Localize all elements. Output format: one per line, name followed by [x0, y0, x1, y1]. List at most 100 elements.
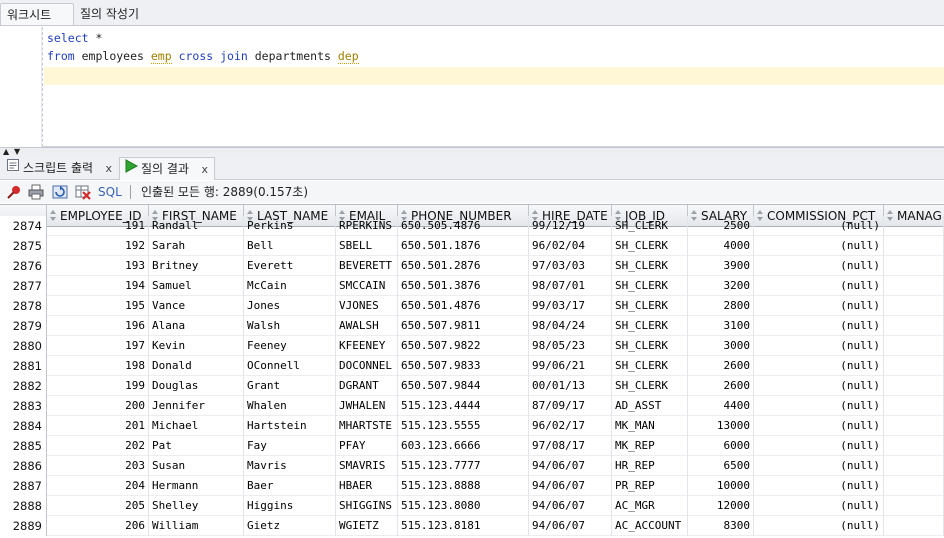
cell-email[interactable]: SHIGGINS	[336, 496, 398, 516]
cell-salary[interactable]: 4000	[688, 236, 754, 256]
cell-hire-date[interactable]: 98/05/23	[529, 336, 612, 356]
cell-last-name[interactable]: Walsh	[244, 316, 336, 336]
cell-job-id[interactable]: SH_CLERK	[612, 256, 688, 276]
table-row[interactable]: 2885 202 Pat Fay PFAY 603.123.6666 97/08/17 MK_…	[0, 436, 944, 456]
cell-job-id[interactable]: SH_CLERK	[612, 296, 688, 316]
cell-last-name[interactable]: Feeney	[244, 336, 336, 356]
cell-manager-id[interactable]	[884, 496, 944, 516]
cell-hire-date[interactable]: 99/06/21	[529, 356, 612, 376]
cell-hire-date[interactable]: 97/03/03	[529, 256, 612, 276]
cell-last-name[interactable]: OConnell	[244, 356, 336, 376]
cell-job-id[interactable]: AC_MGR	[612, 496, 688, 516]
cell-job-id[interactable]: AC_ACCOUNT	[612, 516, 688, 536]
cell-manager-id[interactable]	[884, 236, 944, 256]
cell-hire-date[interactable]: 98/07/01	[529, 276, 612, 296]
cell-commission-pct[interactable]: (null)	[754, 256, 884, 276]
print-icon[interactable]	[28, 184, 44, 200]
cell-first-name[interactable]: Randall	[149, 216, 244, 236]
table-row[interactable]: 2874 191 Randall Perkins RPERKINS 650.505.487…	[0, 216, 944, 236]
cell-first-name[interactable]: Alana	[149, 316, 244, 336]
cell-manager-id[interactable]	[884, 516, 944, 536]
cell-phone-number[interactable]: 650.505.4876	[398, 216, 529, 236]
cell-phone-number[interactable]: 603.123.6666	[398, 436, 529, 456]
table-row[interactable]: 2886 203 Susan Mavris SMAVRIS 515.123.7777 94/…	[0, 456, 944, 476]
cell-job-id[interactable]: PR_REP	[612, 476, 688, 496]
cell-salary[interactable]: 3200	[688, 276, 754, 296]
cell-commission-pct[interactable]: (null)	[754, 496, 884, 516]
cell-phone-number[interactable]: 515.123.8888	[398, 476, 529, 496]
cell-first-name[interactable]: Michael	[149, 416, 244, 436]
cell-job-id[interactable]: MK_REP	[612, 436, 688, 456]
cell-job-id[interactable]: HR_REP	[612, 456, 688, 476]
cell-hire-date[interactable]: 96/02/17	[529, 416, 612, 436]
cell-last-name[interactable]: McCain	[244, 276, 336, 296]
cell-salary[interactable]: 2500	[688, 216, 754, 236]
cell-job-id[interactable]: SH_CLERK	[612, 276, 688, 296]
cell-salary[interactable]: 12000	[688, 496, 754, 516]
cell-email[interactable]: SMCCAIN	[336, 276, 398, 296]
cell-commission-pct[interactable]: (null)	[754, 296, 884, 316]
cell-first-name[interactable]: Britney	[149, 256, 244, 276]
cell-hire-date[interactable]: 94/06/07	[529, 456, 612, 476]
cell-phone-number[interactable]: 650.501.3876	[398, 276, 529, 296]
cell-last-name[interactable]: Hartstein	[244, 416, 336, 436]
cell-last-name[interactable]: Perkins	[244, 216, 336, 236]
tab-script-output[interactable]: 스크립트 출력 x	[2, 157, 118, 180]
cell-job-id[interactable]: SH_CLERK	[612, 216, 688, 236]
cell-employee-id[interactable]: 201	[47, 416, 149, 436]
cell-job-id[interactable]: SH_CLERK	[612, 356, 688, 376]
cell-commission-pct[interactable]: (null)	[754, 396, 884, 416]
cell-phone-number[interactable]: 515.123.7777	[398, 456, 529, 476]
table-row[interactable]: 2876 193 Britney Everett BEVERETT 650.501.287…	[0, 256, 944, 276]
cell-phone-number[interactable]: 650.501.2876	[398, 256, 529, 276]
table-row[interactable]: 2884 201 Michael Hartstein MHARTSTE 515.123.5…	[0, 416, 944, 436]
cell-phone-number[interactable]: 650.507.9822	[398, 336, 529, 356]
refresh-icon[interactable]	[52, 184, 68, 200]
cell-first-name[interactable]: Samuel	[149, 276, 244, 296]
cell-employee-id[interactable]: 192	[47, 236, 149, 256]
cell-last-name[interactable]: Fay	[244, 436, 336, 456]
cell-first-name[interactable]: Pat	[149, 436, 244, 456]
cell-employee-id[interactable]: 200	[47, 396, 149, 416]
cell-hire-date[interactable]: 87/09/17	[529, 396, 612, 416]
cell-salary[interactable]: 3900	[688, 256, 754, 276]
cell-commission-pct[interactable]: (null)	[754, 356, 884, 376]
table-row[interactable]: 2878 195 Vance Jones VJONES 650.501.4876 99/03…	[0, 296, 944, 316]
code-line-2[interactable]: from employees emp cross join department…	[47, 47, 359, 65]
code-line-1[interactable]: select *	[47, 29, 102, 47]
cell-phone-number[interactable]: 515.123.4444	[398, 396, 529, 416]
cell-salary[interactable]: 2800	[688, 296, 754, 316]
cell-first-name[interactable]: Susan	[149, 456, 244, 476]
cell-salary[interactable]: 6500	[688, 456, 754, 476]
cell-employee-id[interactable]: 196	[47, 316, 149, 336]
cell-employee-id[interactable]: 194	[47, 276, 149, 296]
cell-commission-pct[interactable]: (null)	[754, 336, 884, 356]
cell-first-name[interactable]: Jennifer	[149, 396, 244, 416]
cell-manager-id[interactable]	[884, 356, 944, 376]
cell-hire-date[interactable]: 99/12/19	[529, 216, 612, 236]
cell-last-name[interactable]: Mavris	[244, 456, 336, 476]
cell-phone-number[interactable]: 515.123.8080	[398, 496, 529, 516]
sql-editor[interactable]: select * from employees emp cross join d…	[0, 27, 944, 147]
cell-hire-date[interactable]: 99/03/17	[529, 296, 612, 316]
cell-first-name[interactable]: Douglas	[149, 376, 244, 396]
table-row[interactable]: 2877 194 Samuel McCain SMCCAIN 650.501.3876 98…	[0, 276, 944, 296]
cell-employee-id[interactable]: 202	[47, 436, 149, 456]
cell-salary[interactable]: 13000	[688, 416, 754, 436]
cell-manager-id[interactable]	[884, 376, 944, 396]
cell-salary[interactable]: 10000	[688, 476, 754, 496]
cell-hire-date[interactable]: 98/04/24	[529, 316, 612, 336]
cell-employee-id[interactable]: 191	[47, 216, 149, 236]
cell-commission-pct[interactable]: (null)	[754, 416, 884, 436]
cell-manager-id[interactable]	[884, 296, 944, 316]
close-icon[interactable]: x	[201, 158, 208, 181]
cell-salary[interactable]: 3000	[688, 336, 754, 356]
table-row[interactable]: 2883 200 Jennifer Whalen JWHALEN 515.123.4444…	[0, 396, 944, 416]
cell-manager-id[interactable]	[884, 476, 944, 496]
cell-email[interactable]: AWALSH	[336, 316, 398, 336]
tab-worksheet[interactable]: 워크시트	[0, 3, 74, 25]
cell-last-name[interactable]: Whalen	[244, 396, 336, 416]
cell-commission-pct[interactable]: (null)	[754, 216, 884, 236]
table-row[interactable]: 2882 199 Douglas Grant DGRANT 650.507.9844 00/…	[0, 376, 944, 396]
cell-manager-id[interactable]	[884, 316, 944, 336]
